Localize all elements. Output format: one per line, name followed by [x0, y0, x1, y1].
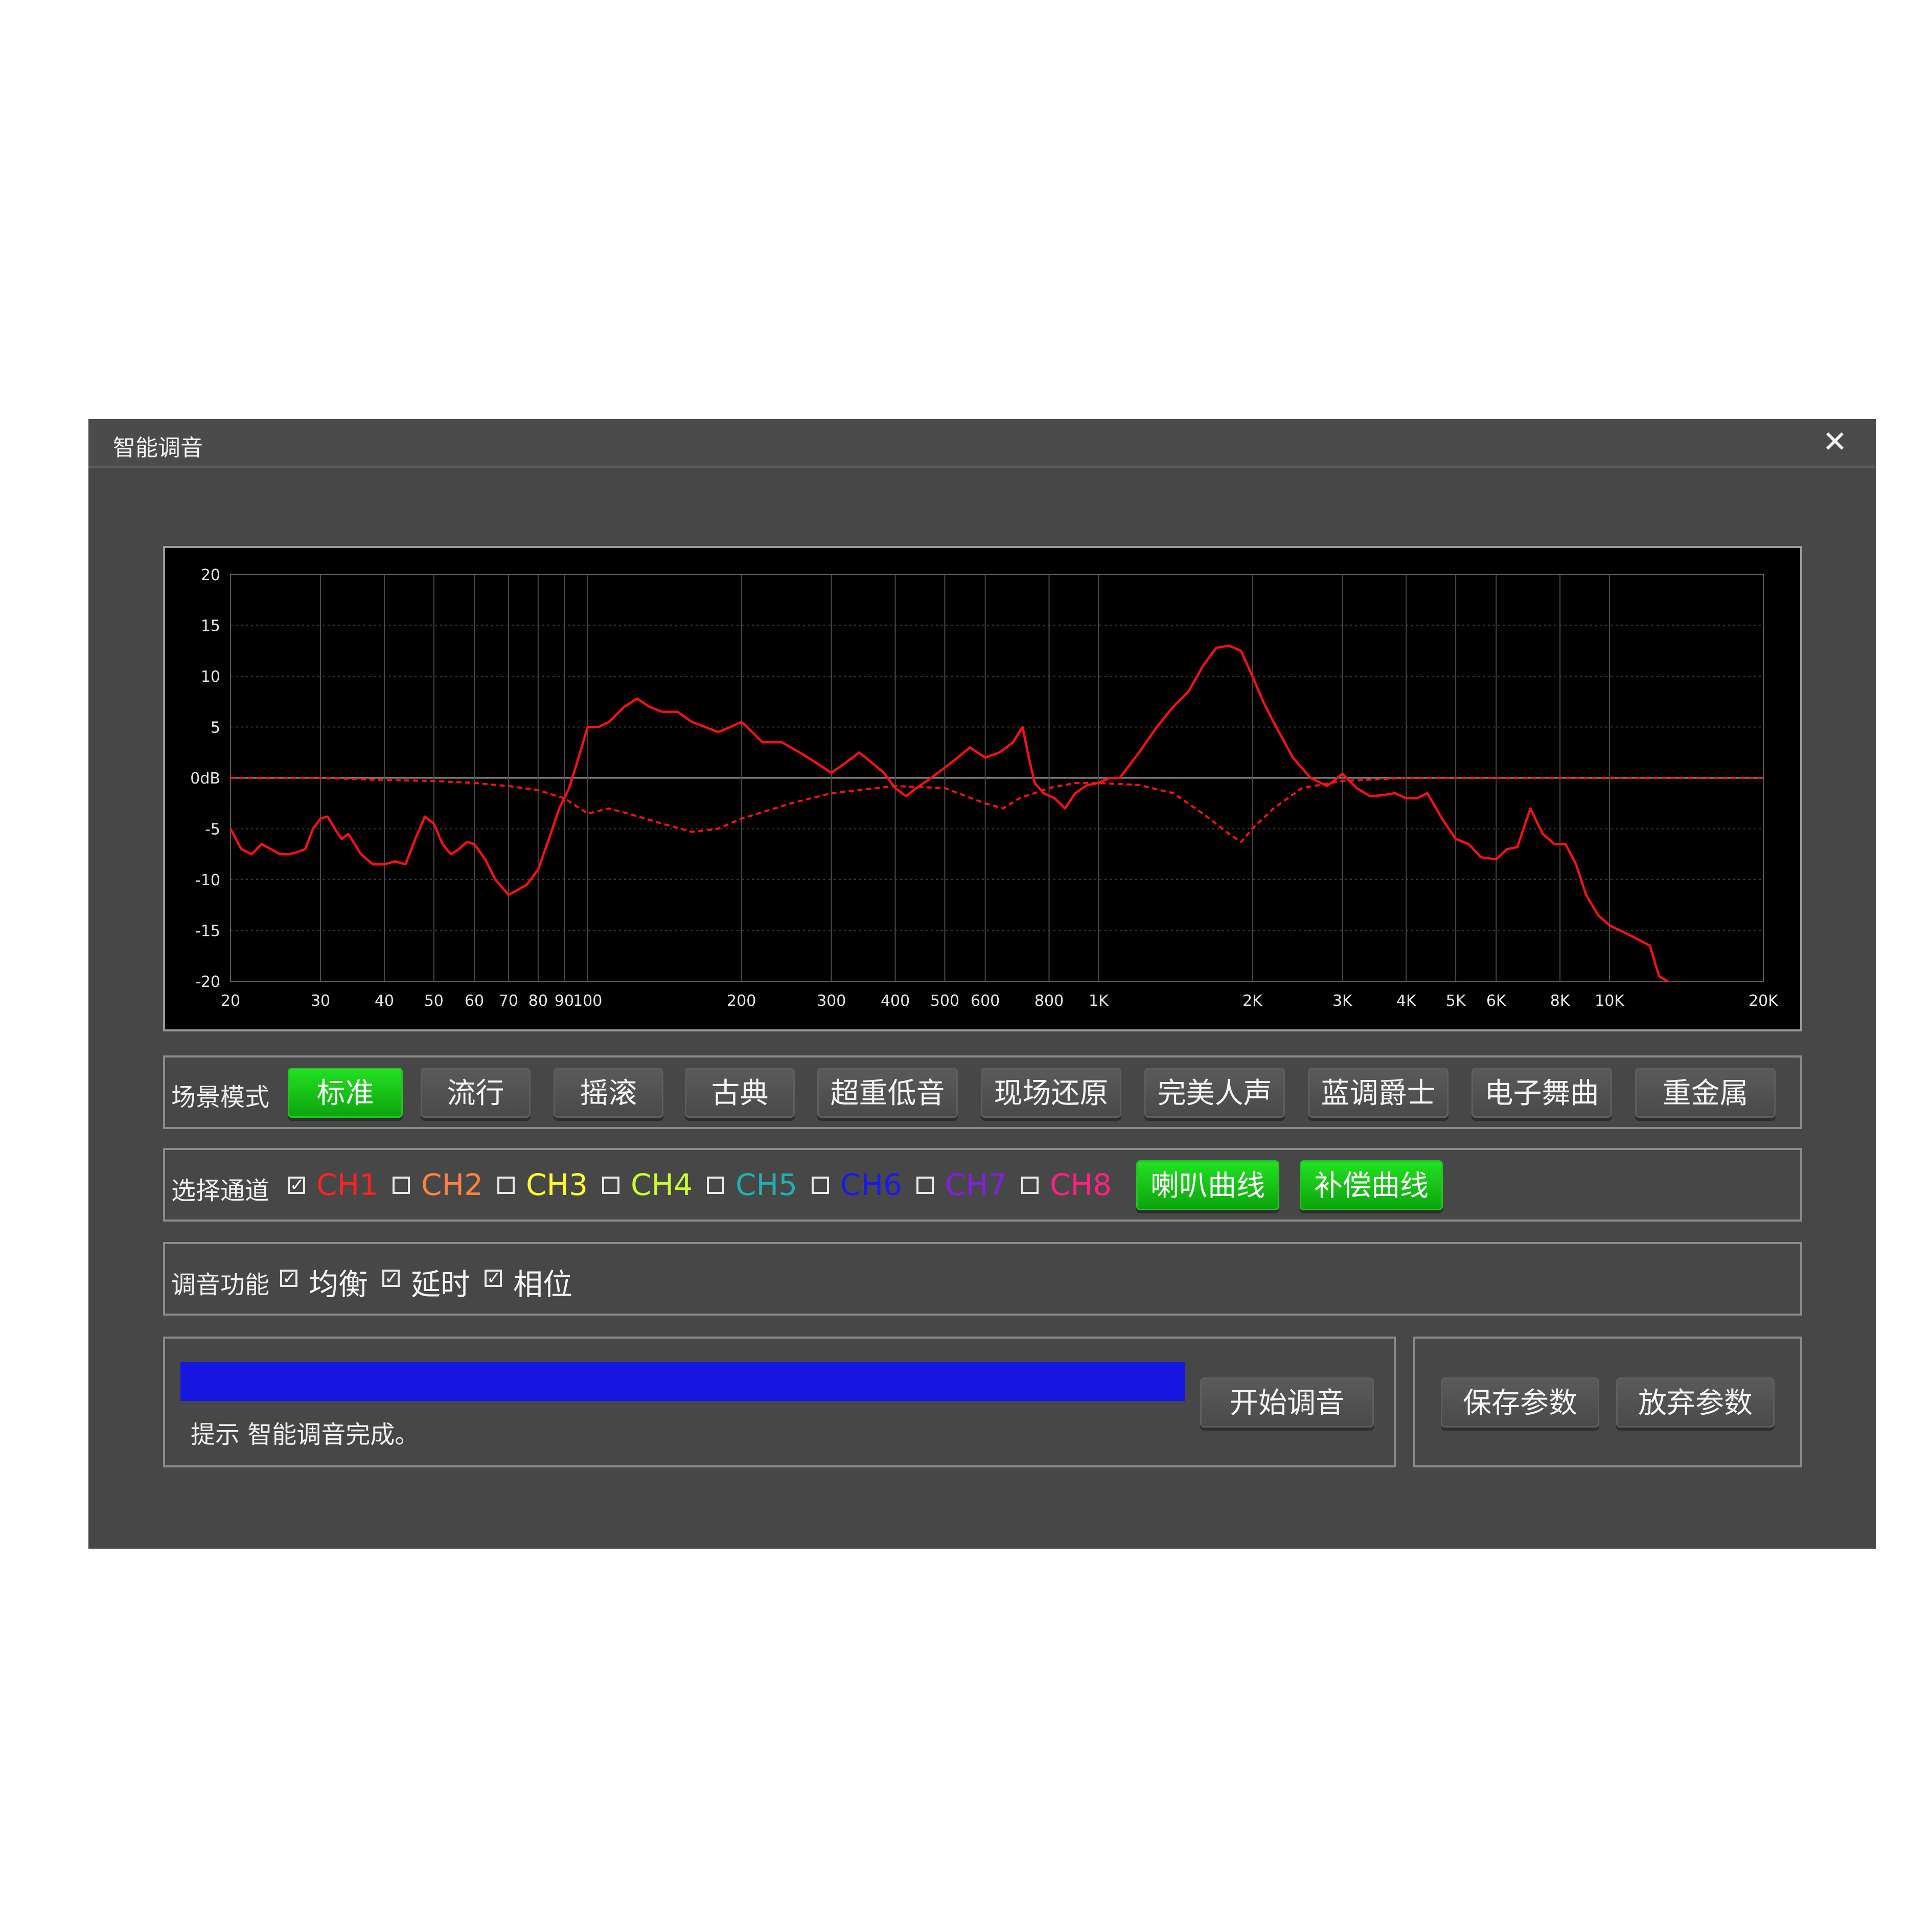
- tuning-item-label: 均衡: [309, 1267, 369, 1302]
- dialog-title: 智能调音: [113, 435, 203, 461]
- channel-label-ch4: CH4: [631, 1167, 693, 1202]
- channel-checkbox[interactable]: [602, 1177, 619, 1194]
- channel-checkbox[interactable]: [812, 1177, 829, 1194]
- discard-params-button[interactable]: 放弃参数: [1616, 1377, 1775, 1428]
- x-tick-label: 30: [311, 992, 330, 1010]
- scene-button[interactable]: 重金属: [1635, 1068, 1776, 1118]
- scene-button[interactable]: 蓝调爵士: [1308, 1068, 1448, 1118]
- x-tick-label: 100: [573, 992, 602, 1010]
- x-tick-label: 20K: [1749, 992, 1779, 1010]
- x-tick-label: 90: [555, 992, 574, 1010]
- channel-label-ch1: CH1: [316, 1167, 379, 1202]
- scene-button[interactable]: 流行: [421, 1068, 531, 1118]
- hint-text: 提示 智能调音完成。: [191, 1420, 420, 1449]
- y-tick-label: 15: [201, 617, 220, 635]
- x-tick-label: 10K: [1595, 992, 1625, 1010]
- scene-mode-panel: 场景模式 标准 流行 摇滚 古典 超重低音 现场还原 完美人声 蓝调爵士 电子舞曲 重金属: [163, 1055, 1802, 1129]
- y-tick-label: -5: [205, 821, 220, 839]
- x-tick-label: 300: [817, 992, 846, 1010]
- progress-panel: 提示 智能调音完成。 开始调音: [163, 1337, 1396, 1467]
- scene-button[interactable]: 古典: [685, 1068, 795, 1118]
- channel-checkbox[interactable]: [393, 1177, 410, 1194]
- x-tick-label: 70: [499, 992, 518, 1010]
- title-bar: 智能调音 ✕: [88, 419, 1876, 468]
- channel-checkbox[interactable]: ✓: [288, 1177, 305, 1194]
- tuning-item-label: 延时: [411, 1267, 471, 1302]
- scene-button[interactable]: 完美人声: [1144, 1068, 1285, 1118]
- scene-button[interactable]: 摇滚: [554, 1068, 663, 1118]
- x-tick-label: 400: [881, 992, 910, 1010]
- compensation-curve-line: [231, 777, 1763, 843]
- y-tick-label: 5: [211, 719, 220, 737]
- scene-button[interactable]: 电子舞曲: [1471, 1068, 1612, 1118]
- y-tick-label: -15: [195, 923, 220, 940]
- start-tuning-button[interactable]: 开始调音: [1200, 1377, 1374, 1428]
- channel-checkbox[interactable]: [707, 1177, 724, 1194]
- y-tick-label: 20: [201, 566, 220, 584]
- y-tick-label: -20: [195, 973, 220, 991]
- scene-button[interactable]: 超重低音: [817, 1068, 958, 1118]
- tuning-checkbox[interactable]: ✓: [382, 1270, 400, 1287]
- channel-label-ch5: CH5: [735, 1167, 798, 1202]
- scene-button[interactable]: 标准: [288, 1068, 403, 1118]
- x-tick-label: 5K: [1446, 992, 1466, 1010]
- x-tick-label: 8K: [1550, 992, 1571, 1010]
- x-tick-label: 800: [1034, 992, 1064, 1010]
- x-tick-label: 600: [971, 992, 1000, 1010]
- channel-label-ch6: CH6: [840, 1167, 903, 1202]
- x-tick-label: 40: [375, 992, 394, 1010]
- channel-label: 选择通道: [171, 1177, 270, 1205]
- channel-panel: 选择通道 ✓ CH1 CH2 CH3 CH4 CH5 CH6 CH7 CH8 喇叭曲线 补偿曲线: [163, 1148, 1802, 1222]
- x-tick-label: 2K: [1243, 992, 1263, 1010]
- channel-label-ch7: CH7: [945, 1167, 1007, 1202]
- x-tick-label: 3K: [1332, 992, 1353, 1010]
- x-tick-label: 50: [424, 992, 444, 1010]
- close-icon[interactable]: ✕: [1814, 421, 1855, 462]
- x-tick-label: 80: [528, 992, 548, 1010]
- progress-bar: [180, 1362, 1185, 1401]
- x-tick-label: 4K: [1396, 992, 1417, 1010]
- channel-checkbox[interactable]: [497, 1177, 515, 1194]
- x-tick-label: 60: [465, 992, 484, 1010]
- x-tick-label: 6K: [1486, 992, 1507, 1010]
- channel-label-ch3: CH3: [526, 1167, 588, 1202]
- x-tick-label: 1K: [1089, 992, 1109, 1010]
- x-tick-label: 200: [727, 992, 756, 1010]
- scene-button[interactable]: 现场还原: [981, 1068, 1121, 1118]
- tuning-function-label: 调音功能: [171, 1271, 270, 1299]
- tuning-item-label: 相位: [513, 1267, 573, 1302]
- save-params-button[interactable]: 保存参数: [1441, 1377, 1599, 1428]
- channel-checkbox[interactable]: [1021, 1177, 1039, 1194]
- scene-mode-label: 场景模式: [171, 1083, 270, 1112]
- x-tick-label: 20: [221, 992, 240, 1010]
- channel-checkbox[interactable]: [916, 1177, 934, 1194]
- tuning-checkbox[interactable]: ✓: [485, 1270, 502, 1287]
- compensation-curve-button[interactable]: 补偿曲线: [1300, 1160, 1443, 1210]
- channel-label-ch8: CH8: [1050, 1167, 1112, 1202]
- chart-svg: 20151050dB-5-10-15-2020 30 40 50 60 70 80 90100…: [190, 566, 1779, 1010]
- frequency-response-chart: 20 15 10 5 0dB -5 -10 -15 -20 20 30 40 50 60 70 80 90 100…: [163, 546, 1802, 1031]
- y-tick-label: 0dB: [190, 770, 220, 788]
- x-tick-label: 500: [930, 992, 959, 1010]
- tuning-function-panel: 调音功能 ✓ 均衡 ✓ 延时 ✓ 相位: [163, 1242, 1802, 1316]
- y-tick-label: 10: [201, 668, 220, 686]
- smart-tuning-dialog: 智能调音 ✕ 20 15 10 5 0dB -5 -10 -15 -20 20 30 40 50 60 70…: [88, 419, 1876, 1549]
- speaker-curve-button[interactable]: 喇叭曲线: [1136, 1160, 1279, 1210]
- tuning-checkbox[interactable]: ✓: [280, 1270, 297, 1287]
- y-tick-label: -10: [195, 871, 220, 889]
- actions-panel: 保存参数 放弃参数: [1413, 1337, 1802, 1467]
- channel-label-ch2: CH2: [421, 1167, 484, 1202]
